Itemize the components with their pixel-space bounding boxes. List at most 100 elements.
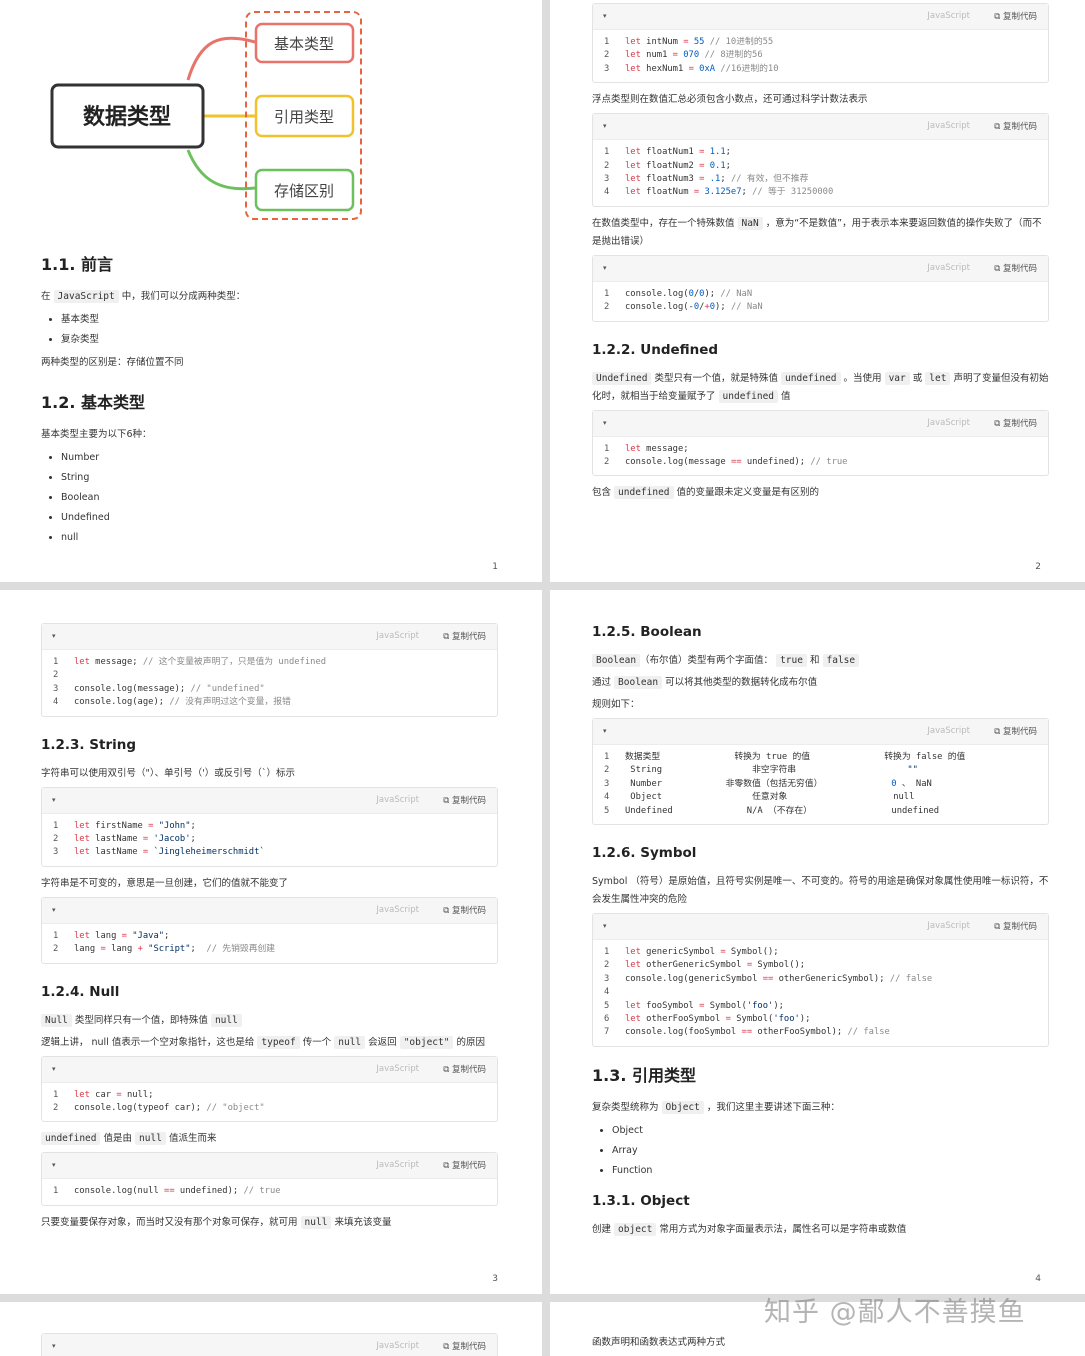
null-derived: undefined 值是由 null 值派生而来 [41,1130,498,1148]
float-desc: 浮点类型则在数值汇总必须包含小数点，还可通过科学计数法表示 [592,94,868,106]
page-number: 2 [1035,562,1041,572]
collapse-caret-icon[interactable]: ▾ [603,419,607,427]
copy-code-button[interactable]: ⧉ 复制代码 [994,920,1037,932]
code-line: 2 console.log(message == undefined); // t… [593,456,1048,469]
collapse-caret-icon[interactable]: ▾ [603,12,607,20]
code-line: 4 [593,986,1048,999]
line-number: 3 [53,683,59,694]
code-line: 2 let floatNum2 = 0.1; [593,160,1048,173]
code-language-label: JavaScript [376,1341,419,1351]
code-line: 1 let message; // 这个变量被声明了，只是值为 undefined [42,656,497,669]
code-line: 2 lang = lang + "Script"; // 先销毁再创建 [42,943,497,956]
line-number: 3 [604,174,610,185]
list-item: 复杂类型 [61,330,498,350]
line-number: 5 [604,805,610,816]
code-language-label: JavaScript [376,631,419,641]
line-number: 2 [53,834,59,845]
copy-code-button[interactable]: ⧉ 复制代码 [994,120,1037,132]
copy-code-button[interactable]: ⧉ 复制代码 [994,417,1037,429]
copy-code-button[interactable]: ⧉ 复制代码 [443,904,486,916]
section-heading-boolean: 1.2.5. Boolean [592,624,702,640]
mindmap-diagram: 数据类型 基本类型 引用类型 存储区别 [50,11,362,220]
code-language-label: JavaScript [376,794,419,805]
line-number: 2 [604,160,610,171]
reference-list: Object Array Function [592,1121,1049,1181]
collapse-caret-icon[interactable]: ▾ [52,906,56,914]
undefined-desc: Undefined 类型只有一个值，就是特殊值 undefined 。当使用 v… [592,371,1049,403]
code-line: 1 console.log(null == undefined); // true [42,1185,497,1198]
code-line: 4 let floatNum = 3.125e7; // 等于 31250000 [593,186,1048,199]
line-number: 4 [604,187,610,198]
intro-diff: 两种类型的区别是：存储位置不同 [41,357,184,368]
collapse-caret-icon[interactable]: ▾ [603,922,607,930]
object-desc: 创建 object 常用方式为对象字面量表示法，属性名可以是字符串或数值 [592,1222,907,1236]
code-line: 2 let lastName = 'Jacob'; [42,833,497,846]
page-1: 数据类型 基本类型 引用类型 存储区别 1.1. 前言 在 JavaScript… [0,0,542,582]
code-block: ▾ JavaScript ⧉ 复制代码 1 let intNum = 55 // 10进… [592,3,1049,84]
copy-code-button[interactable]: ⧉ 复制代码 [443,1340,486,1352]
reference-desc: 复杂类型统称为 Object ，我们这里主要讲述下面三种： [592,1100,840,1114]
line-number: 2 [53,944,59,955]
collapse-caret-icon[interactable]: ▾ [52,632,56,640]
line-number: 3 [53,847,59,858]
collapse-caret-icon[interactable]: ▾ [603,264,607,272]
line-number: 1 [53,1186,59,1197]
copy-code-button[interactable]: ⧉ 复制代码 [994,10,1037,22]
code-language-label: JavaScript [927,726,970,736]
line-number: 1 [604,947,610,958]
section-heading-intro: 1.1. 前言 [41,255,113,274]
code-line: 4 Object 任意对象 null [593,791,1048,804]
copy-code-button[interactable]: ⧉ 复制代码 [994,725,1037,737]
intro-paragraph: 在 JavaScript 中，我们可以分成两种类型： [41,290,246,303]
list-item: Object [612,1121,1049,1141]
rules-label: 规则如下： [592,699,640,710]
line-number: 4 [53,697,59,708]
code-line: 6 let otherFooSymbol = Symbol('foo'); [593,1013,1048,1026]
line-number: 1 [604,37,610,47]
copy-code-button[interactable]: ⧉ 复制代码 [443,794,486,806]
collapse-caret-icon[interactable]: ▾ [603,727,607,735]
code-block: ▾ JavaScript ⧉ 复制代码 1 let firstName = "John"… [41,786,498,867]
code-block: ▾ JavaScript ⧉ 复制代码 1 数据类型 转换为 true 的值 转换为 f… [592,718,1049,826]
code-line: 2 [42,669,497,682]
code-line: 3 let hexNum1 = 0xA //16进制的10 [593,63,1048,76]
section-heading-reference: 1.3. 引用类型 [592,1065,696,1085]
code-block-header-partial: ▾ JavaScript ⧉ 复制代码 [41,1333,498,1356]
collapse-caret-icon[interactable]: ▾ [52,1342,56,1350]
line-number: 4 [604,792,610,803]
line-number: 7 [604,1027,610,1038]
list-item: Boolean [61,488,498,508]
page-number: 3 [492,1274,498,1284]
code-line: 1 let message; [593,443,1048,456]
copy-code-button[interactable]: ⧉ 复制代码 [443,1063,486,1075]
collapse-caret-icon[interactable]: ▾ [52,1065,56,1073]
mindmap-root-label: 数据类型 [83,104,171,130]
code-line: 3 console.log(message); // "undefined" [42,683,497,696]
code-line: 3 let lastName = `Jingleheimerschmidt` [42,846,497,859]
copy-code-button[interactable]: ⧉ 复制代码 [443,1159,486,1171]
null-desc: Null 类型同样只有一个值，即特殊值 null [41,1012,498,1030]
code-line: 1 console.log(0/0); // NaN [593,288,1048,301]
boolean-desc: Boolean （布尔值）类型有两个字面值： true 和 false [592,652,1049,670]
copy-code-button[interactable]: ⧉ 复制代码 [994,262,1037,274]
code-line: 4 console.log(age); // 没有声明过这个变量，报错 [42,696,497,709]
collapse-caret-icon[interactable]: ▾ [52,1161,56,1169]
code-language-label: JavaScript [927,417,970,428]
line-number: 5 [604,1000,610,1011]
code-line: 1 let car = null; [42,1089,497,1102]
code-line: 2 let otherGenericSymbol = Symbol(); [593,959,1048,972]
collapse-caret-icon[interactable]: ▾ [52,796,56,804]
intro-list: 基本类型 复杂类型 [41,310,498,350]
list-item: null [61,528,498,548]
collapse-caret-icon[interactable]: ▾ [603,122,607,130]
line-number: 3 [604,973,610,984]
code-block: ▾ JavaScript ⧉ 复制代码 1 console.log(0/0); // N… [592,254,1049,322]
section-heading-string: 1.2.3. String [41,736,137,753]
page-number: 1 [492,562,498,572]
code-language-label: JavaScript [376,904,419,915]
line-number: 2 [604,457,610,468]
copy-code-button[interactable]: ⧉ 复制代码 [443,630,486,642]
line-number: 1 [604,147,610,158]
line-number: 2 [604,960,610,971]
line-number: 2 [604,302,610,313]
